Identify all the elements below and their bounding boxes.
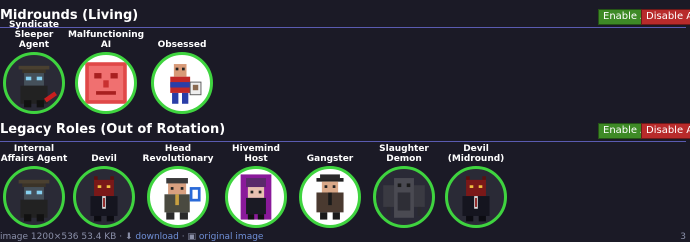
page-number: 3 xyxy=(680,232,686,242)
internal-affairs-icon[interactable] xyxy=(3,166,65,228)
midrounds-header: Midrounds (Living) Enable All Disable Al… xyxy=(0,6,690,28)
download-icon: ⬇ xyxy=(124,232,133,242)
role-card-head-revolutionary[interactable]: Head Revolutionary xyxy=(142,142,214,228)
midrounds-disable-all-button[interactable]: Disable All xyxy=(641,9,690,25)
role-card-internal-affairs-agent[interactable]: Internal Affairs Agent xyxy=(0,142,70,228)
role-card-malfunctioning-ai[interactable]: Malfunctioning AI xyxy=(67,28,145,114)
role-card-gangster[interactable]: Gangster xyxy=(294,142,366,228)
original-image-icon: ▣ xyxy=(187,232,197,242)
slaughter-demon-icon[interactable] xyxy=(373,166,435,228)
hivemind-host-icon[interactable] xyxy=(225,166,287,228)
role-label: Malfunctioning AI xyxy=(67,30,145,50)
malf-ai-icon[interactable] xyxy=(75,52,137,114)
antag-preferences-page: Midrounds (Living) Enable All Disable Al… xyxy=(0,0,690,242)
head-revolutionary-icon[interactable] xyxy=(147,166,209,228)
legacy-title: Legacy Roles (Out of Rotation) xyxy=(0,122,226,137)
role-label: Internal Affairs Agent xyxy=(0,144,68,164)
image-meta-footer: image 1200×536 53.4 KB · ⬇ download · ▣ … xyxy=(0,232,690,242)
role-label: Slaughter Demon xyxy=(379,144,429,164)
role-card-hivemind-host[interactable]: Hivemind Host xyxy=(220,142,292,228)
legacy-disable-all-button[interactable]: Disable All xyxy=(641,123,690,139)
devil-icon[interactable] xyxy=(73,166,135,228)
obsessed-icon[interactable] xyxy=(151,52,213,114)
role-label: Obsessed xyxy=(157,40,207,50)
role-label: Head Revolutionary xyxy=(142,144,214,164)
role-label: Syndicate Sleeper Agent xyxy=(8,20,60,50)
role-card-devil-midround[interactable]: Devil (Midround) xyxy=(440,142,512,228)
role-card-devil[interactable]: Devil xyxy=(68,142,140,228)
sleeper-agent-icon[interactable] xyxy=(3,52,65,114)
role-card-syndicate-sleeper-agent[interactable]: Syndicate Sleeper Agent xyxy=(0,20,70,114)
role-label: Hivemind Host xyxy=(232,144,280,164)
meta-separator: · xyxy=(181,232,185,242)
devil-midround-icon[interactable] xyxy=(445,166,507,228)
original-image-link[interactable]: original image xyxy=(199,232,264,242)
role-label: Gangster xyxy=(306,154,354,164)
download-link[interactable]: download xyxy=(135,232,179,242)
gangster-icon[interactable] xyxy=(299,166,361,228)
image-meta-text: image 1200×536 53.4 KB · xyxy=(0,232,123,242)
role-card-slaughter-demon[interactable]: Slaughter Demon xyxy=(368,142,440,228)
role-card-obsessed[interactable]: Obsessed xyxy=(146,28,218,114)
role-label: Devil xyxy=(91,154,117,164)
legacy-header: Legacy Roles (Out of Rotation) Enable Al… xyxy=(0,120,690,142)
role-label: Devil (Midround) xyxy=(447,144,505,164)
